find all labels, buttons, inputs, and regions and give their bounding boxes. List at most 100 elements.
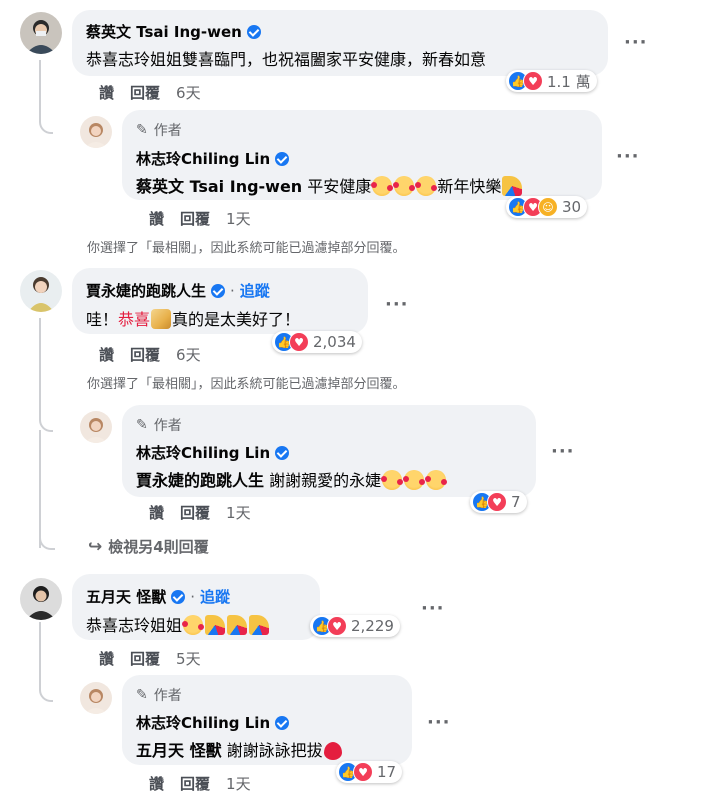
smiling-hearts-emoji-icon — [381, 470, 404, 490]
reaction-summary[interactable]: 👍 ♥ 7 — [470, 491, 527, 513]
smiling-hearts-emoji-icon — [403, 470, 426, 490]
thread-line — [39, 622, 53, 702]
comment-bubble: 蔡英文 Tsai Ing-wen 恭喜志玲姐姐雙喜臨門，也祝福闔家平安健康，新春… — [72, 10, 608, 76]
like-button[interactable]: 讚 — [149, 210, 164, 228]
thread-line — [39, 430, 41, 548]
avatar[interactable] — [80, 682, 112, 714]
verified-badge-icon — [211, 283, 226, 298]
avatar[interactable] — [80, 411, 112, 443]
like-button[interactable]: 讚 — [99, 650, 114, 668]
avatar[interactable] — [20, 12, 62, 54]
view-more-replies-link[interactable]: ↪ 檢視另4則回覆 — [88, 536, 209, 557]
reply-author[interactable]: 林志玲Chiling Lin — [136, 148, 290, 169]
reply-button[interactable]: 回覆 — [180, 504, 210, 522]
timestamp[interactable]: 5天 — [176, 650, 201, 668]
reaction-summary[interactable]: 👍 ♥ 2,034 — [272, 331, 362, 353]
mention-link[interactable]: 蔡英文 Tsai Ing-wen — [136, 177, 302, 196]
smiling-hearts-emoji-icon — [393, 176, 416, 196]
timestamp[interactable]: 6天 — [176, 84, 201, 102]
reply-text: 蔡英文 Tsai Ing-wen 平安健康 新年快樂 — [136, 173, 523, 197]
cheers-emoji-icon — [151, 309, 172, 329]
thread-line — [39, 60, 53, 134]
reply-button[interactable]: 回覆 — [180, 775, 210, 793]
reply-button[interactable]: 回覆 — [130, 346, 160, 364]
author-name[interactable]: 蔡英文 Tsai Ing-wen — [86, 21, 242, 42]
like-button[interactable]: 讚 — [99, 84, 114, 102]
verified-badge-icon — [275, 715, 290, 730]
smiling-hearts-emoji-icon — [371, 176, 394, 196]
author-tag: ✎ 作者 — [136, 122, 182, 139]
comment-author[interactable]: 蔡英文 Tsai Ing-wen — [86, 21, 261, 42]
author-name[interactable]: 五月天 怪獸 — [86, 586, 166, 607]
red-heart-emoji-icon — [323, 742, 342, 760]
party-popper-emoji-icon — [227, 615, 248, 635]
like-button[interactable]: 讚 — [149, 775, 164, 793]
more-options-icon[interactable]: ··· — [385, 294, 409, 315]
reaction-summary[interactable]: 👍 ♥ 2,229 — [310, 615, 400, 637]
reaction-summary[interactable]: 👍 ♥ 17 — [336, 761, 403, 783]
love-icon: ♥ — [487, 492, 507, 512]
like-button[interactable]: 讚 — [149, 504, 164, 522]
reply-button[interactable]: 回覆 — [130, 84, 160, 102]
party-popper-emoji-icon — [502, 176, 523, 196]
comment-author: 賈永婕的跑跳人生 · 追蹤 — [86, 280, 270, 301]
author-tag: ✎ 作者 — [136, 687, 182, 704]
timestamp[interactable]: 6天 — [176, 346, 201, 364]
care-icon: ☺ — [538, 197, 558, 217]
comment-actions: 讚回覆 5天 — [99, 648, 217, 669]
verified-badge-icon — [246, 24, 261, 39]
comment-text: 恭喜志玲姐姐 — [86, 612, 270, 636]
mention-link[interactable]: 賈永婕的跑跳人生 — [136, 471, 264, 490]
timestamp[interactable]: 1天 — [226, 210, 251, 228]
comment-author: 五月天 怪獸 · 追蹤 — [86, 586, 231, 607]
avatar[interactable] — [80, 116, 112, 148]
avatar[interactable] — [20, 578, 62, 620]
follow-button[interactable]: 追蹤 — [200, 586, 230, 607]
reply-actions: 讚回覆 1天 — [149, 773, 267, 794]
more-options-icon[interactable]: ··· — [616, 146, 640, 167]
verified-badge-icon — [275, 151, 290, 166]
reply-button[interactable]: 回覆 — [130, 650, 160, 668]
like-button[interactable]: 讚 — [99, 346, 114, 364]
reply-actions: 讚回覆 1天 — [149, 502, 267, 523]
comment-text: 哇！恭喜 真的是太美好了！ — [86, 309, 301, 329]
smiling-hearts-emoji-icon — [182, 615, 205, 635]
author-name[interactable]: 林志玲Chiling Lin — [136, 712, 270, 733]
love-icon: ♥ — [327, 616, 347, 636]
filter-notice: 你選擇了「最相關」，因此系統可能已過濾掉部分回覆。 — [87, 377, 406, 392]
verified-badge-icon — [171, 589, 186, 604]
reply-author[interactable]: 林志玲Chiling Lin — [136, 712, 290, 733]
comment-text: 恭喜志玲姐姐雙喜臨門，也祝福闔家平安健康，新春如意 — [86, 50, 487, 69]
timestamp[interactable]: 1天 — [226, 775, 251, 793]
filter-notice: 你選擇了「最相關」，因此系統可能已過濾掉部分回覆。 — [87, 241, 406, 256]
more-options-icon[interactable]: ··· — [551, 441, 575, 462]
reply-bubble: ✎ 作者 林志玲Chiling Lin 蔡英文 Tsai Ing-wen 平安健康… — [122, 110, 602, 200]
reply-bubble: ✎ 作者 林志玲Chiling Lin 五月天 怪獸 謝謝詠詠把拔 — [122, 675, 412, 765]
love-icon: ♥ — [523, 71, 543, 91]
author-name[interactable]: 賈永婕的跑跳人生 — [86, 280, 206, 301]
reply-button[interactable]: 回覆 — [180, 210, 210, 228]
more-options-icon[interactable]: ··· — [427, 712, 451, 733]
more-options-icon[interactable]: ··· — [421, 598, 445, 619]
smiling-hearts-emoji-icon — [425, 470, 448, 490]
reply-actions: 讚回覆 1天 — [149, 208, 267, 229]
reply-bubble: ✎ 作者 林志玲Chiling Lin 賈永婕的跑跳人生 謝謝親愛的永婕 — [122, 405, 536, 497]
follow-button[interactable]: 追蹤 — [240, 280, 270, 301]
pencil-icon: ✎ — [136, 687, 148, 703]
timestamp[interactable]: 1天 — [226, 504, 251, 522]
author-name[interactable]: 林志玲Chiling Lin — [136, 148, 270, 169]
reaction-summary[interactable]: 👍 ♥ ☺ 30 — [506, 196, 588, 218]
avatar[interactable] — [20, 270, 62, 312]
reaction-summary[interactable]: 👍 ♥ 1.1 萬 — [506, 70, 597, 92]
comment-actions: 讚回覆 6天 — [99, 344, 217, 365]
comment-actions: 讚回覆 6天 — [99, 82, 217, 103]
reply-text: 賈永婕的跑跳人生 謝謝親愛的永婕 — [136, 467, 448, 491]
author-name[interactable]: 林志玲Chiling Lin — [136, 442, 270, 463]
love-icon: ♥ — [353, 762, 373, 782]
reply-author[interactable]: 林志玲Chiling Lin — [136, 442, 290, 463]
mention-link[interactable]: 五月天 怪獸 — [136, 741, 222, 760]
verified-badge-icon — [275, 445, 290, 460]
love-icon: ♥ — [289, 332, 309, 352]
reply-arrow-icon: ↪ — [88, 537, 103, 557]
more-options-icon[interactable]: ··· — [624, 32, 648, 53]
